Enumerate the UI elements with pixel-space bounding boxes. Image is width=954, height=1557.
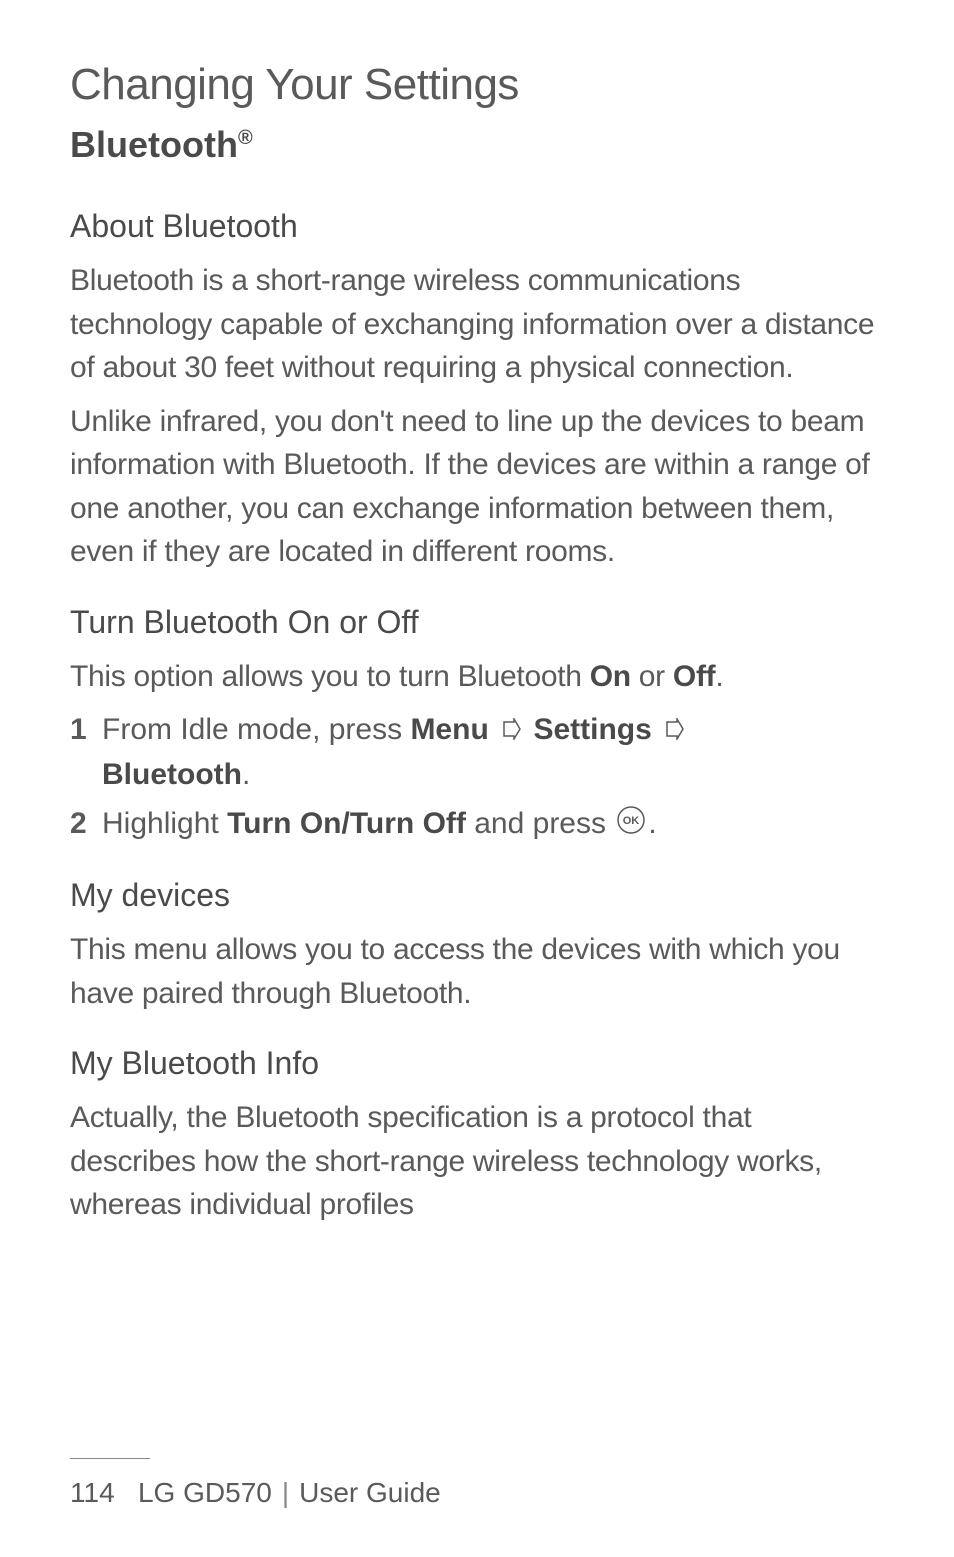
- section-heading-bluetooth: Bluetooth®: [70, 124, 884, 166]
- step-1-content: From Idle mode, press Menu Settings Blue…: [102, 708, 884, 796]
- footer-text: 114 LG GD570 | User Guide: [70, 1477, 884, 1509]
- step1-text-1: From Idle mode, press: [102, 713, 410, 746]
- intro-text-mid: or: [631, 660, 673, 693]
- step-2-content: Highlight Turn On/Turn Off and press OK …: [102, 802, 884, 847]
- subsection-turn-bluetooth: Turn Bluetooth On or Off: [70, 604, 884, 641]
- intro-text-suffix: .: [715, 660, 723, 693]
- svg-text:OK: OK: [623, 815, 640, 827]
- step2-text-2: and press: [466, 807, 614, 840]
- step2-action-bold: Turn On/Turn Off: [227, 807, 466, 840]
- footer-pipe: |: [282, 1477, 289, 1508]
- step1-bluetooth-bold: Bluetooth: [102, 758, 242, 791]
- my-bt-info-paragraph: Actually, the Bluetooth specification is…: [70, 1096, 884, 1227]
- arrow-right-icon: [663, 709, 685, 753]
- step-1: 1 From Idle mode, press Menu Settings Bl…: [70, 708, 884, 796]
- about-paragraph-1: Bluetooth is a short-range wireless comm…: [70, 259, 884, 390]
- step-number: 2: [70, 802, 88, 847]
- registered-symbol: ®: [238, 127, 253, 149]
- my-devices-paragraph: This menu allows you to access the devic…: [70, 928, 884, 1015]
- ok-button-icon: OK: [616, 804, 646, 848]
- arrow-right-icon: [500, 709, 522, 753]
- footer-divider-line: [70, 1458, 150, 1459]
- step1-menu-bold: Menu: [410, 713, 488, 746]
- section-title-text: Bluetooth: [70, 124, 238, 165]
- device-model: LG GD570: [138, 1477, 272, 1508]
- intro-off-bold: Off: [673, 660, 715, 693]
- step2-text-1: Highlight: [102, 807, 227, 840]
- subsection-about-bluetooth: About Bluetooth: [70, 208, 884, 245]
- intro-on-bold: On: [590, 660, 631, 693]
- intro-text-prefix: This option allows you to turn Bluetooth: [70, 660, 590, 693]
- step1-settings-bold: Settings: [533, 713, 651, 746]
- page-footer: 114 LG GD570 | User Guide: [70, 1458, 884, 1509]
- step2-period: .: [648, 807, 656, 840]
- subsection-my-bluetooth-info: My Bluetooth Info: [70, 1045, 884, 1082]
- subsection-my-devices: My devices: [70, 877, 884, 914]
- step-2: 2 Highlight Turn On/Turn Off and press O…: [70, 802, 884, 847]
- step-number: 1: [70, 708, 88, 796]
- guide-label: User Guide: [299, 1477, 441, 1508]
- step1-period: .: [242, 758, 250, 791]
- page-number: 114: [70, 1477, 115, 1508]
- about-paragraph-2: Unlike infrared, you don't need to line …: [70, 400, 884, 574]
- page-title: Changing Your Settings: [70, 60, 884, 110]
- turn-bluetooth-intro: This option allows you to turn Bluetooth…: [70, 655, 884, 699]
